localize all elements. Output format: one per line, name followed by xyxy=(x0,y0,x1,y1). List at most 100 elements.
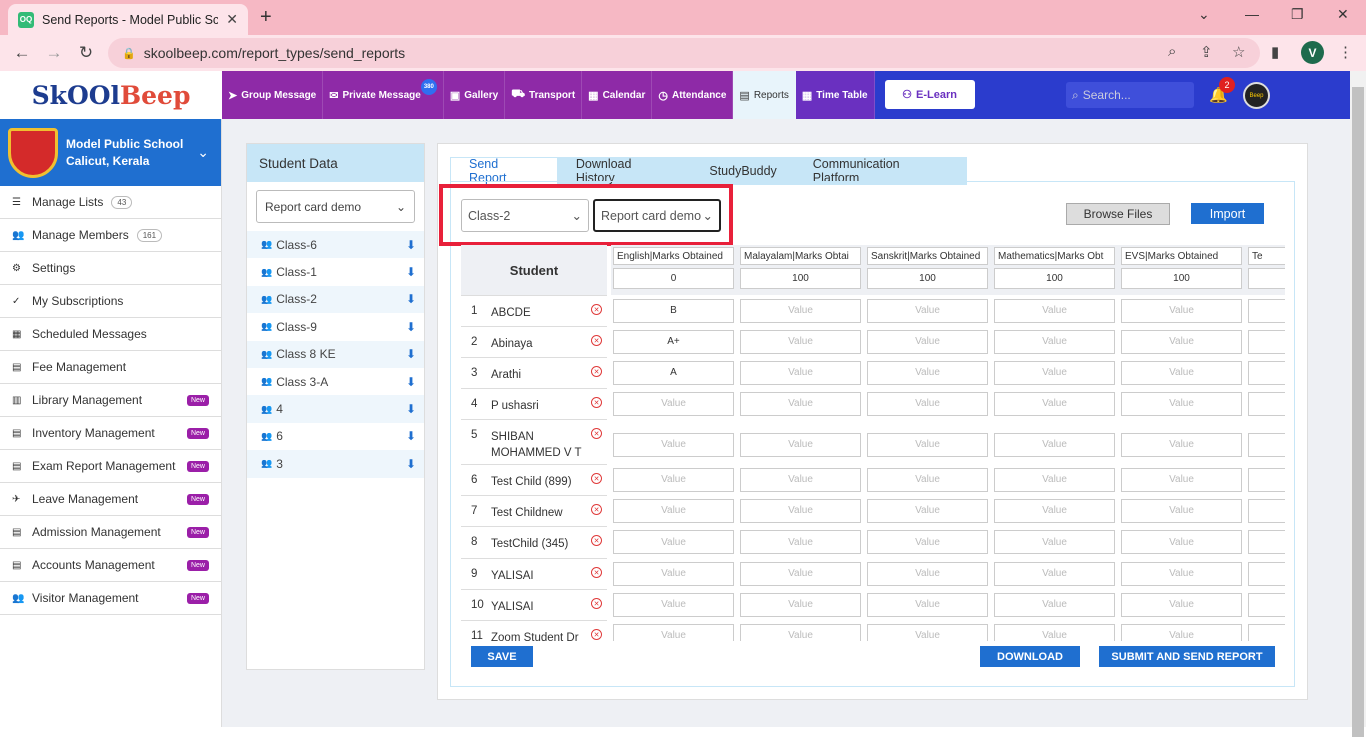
download-icon[interactable]: ⬇ xyxy=(406,320,416,334)
download-icon[interactable]: ⬇ xyxy=(406,347,416,361)
class-list-item[interactable]: 👥 4 ⬇ xyxy=(247,395,424,423)
mark-input[interactable]: Value xyxy=(867,467,988,492)
sidebar-item-scheduled-messages[interactable]: ▦ Scheduled Messages xyxy=(0,318,221,351)
nav-gallery[interactable]: ▣ Gallery xyxy=(443,71,506,119)
mark-input[interactable]: Value xyxy=(740,467,861,492)
sidebar-item-inventory-management[interactable]: ▤ Inventory Management New xyxy=(0,417,221,450)
mark-input[interactable]: Value xyxy=(994,432,1115,457)
mark-input[interactable]: Value xyxy=(994,561,1115,586)
mark-input[interactable]: B xyxy=(613,298,734,323)
sidebar-item-admission-management[interactable]: ▤ Admission Management New xyxy=(0,516,221,549)
mark-input[interactable]: Value xyxy=(740,360,861,385)
mark-input[interactable]: Value xyxy=(1121,298,1242,323)
nav-calendar[interactable]: ▦ Calendar xyxy=(582,71,653,119)
remove-icon[interactable]: ✕ xyxy=(591,567,602,578)
mark-input[interactable]: Value xyxy=(867,391,988,416)
nav-reports[interactable]: ▤ Reports xyxy=(733,71,796,119)
sidebar-item-my-subscriptions[interactable]: ✓ My Subscriptions xyxy=(0,285,221,318)
mark-input[interactable]: Value xyxy=(613,623,734,641)
remove-icon[interactable]: ✕ xyxy=(591,304,602,315)
mark-input[interactable]: Value xyxy=(740,391,861,416)
forward-icon[interactable]: → xyxy=(38,43,70,63)
remove-icon[interactable]: ✕ xyxy=(591,428,602,439)
mark-input[interactable]: Value xyxy=(867,498,988,523)
mark-input[interactable]: Value xyxy=(994,298,1115,323)
remove-icon[interactable]: ✕ xyxy=(591,535,602,546)
mark-input[interactable]: Value xyxy=(994,530,1115,554)
mark-input[interactable]: Value xyxy=(1121,391,1242,416)
user-avatar[interactable]: Beep xyxy=(1243,82,1270,109)
mark-input[interactable]: Value xyxy=(1248,329,1285,354)
mark-input[interactable]: Value xyxy=(1248,561,1285,586)
sidebar-item-leave-management[interactable]: ✈ Leave Management New xyxy=(0,483,221,516)
remove-icon[interactable]: ✕ xyxy=(591,366,602,377)
submit-send-report-button[interactable]: SUBMIT AND SEND REPORT xyxy=(1099,646,1275,667)
nav-private-message[interactable]: ✉ Private Message 380 xyxy=(323,71,444,119)
download-icon[interactable]: ⬇ xyxy=(406,429,416,443)
close-window-icon[interactable]: ✕ xyxy=(1337,6,1349,23)
sidebar-item-manage-members[interactable]: 👥 Manage Members 161 xyxy=(0,219,221,252)
mark-input[interactable]: A xyxy=(613,360,734,385)
scrollbar-thumb[interactable] xyxy=(1352,87,1364,737)
mark-input[interactable]: Value xyxy=(1248,298,1285,323)
chevron-down-icon[interactable]: ⌄ xyxy=(1198,6,1210,23)
minimize-icon[interactable]: — xyxy=(1245,6,1259,22)
mark-input[interactable]: A+ xyxy=(613,329,734,354)
mark-input[interactable]: Value xyxy=(613,467,734,492)
zoom-icon[interactable]: ⌕ xyxy=(1168,43,1176,60)
browser-tab[interactable]: OQ Send Reports - Model Public Sch ✕ xyxy=(8,4,248,35)
subject-max-field[interactable]: 100 xyxy=(1121,268,1242,289)
mark-input[interactable]: Value xyxy=(867,360,988,385)
mark-input[interactable]: Value xyxy=(740,592,861,617)
mark-input[interactable]: Value xyxy=(1121,623,1242,641)
mark-input[interactable]: Value xyxy=(994,360,1115,385)
subject-name-field[interactable]: Sanskrit|Marks Obtained xyxy=(867,247,988,265)
mark-input[interactable]: Value xyxy=(1121,498,1242,523)
mark-input[interactable]: Value xyxy=(1248,530,1285,554)
mark-input[interactable]: Value xyxy=(1121,592,1242,617)
report-select[interactable]: Report card demo ⌄ xyxy=(256,190,415,223)
download-icon[interactable]: ⬇ xyxy=(406,457,416,471)
subject-name-field[interactable]: Mathematics|Marks Obt xyxy=(994,247,1115,265)
subject-name-field[interactable]: Te xyxy=(1248,247,1285,265)
mark-input[interactable]: Value xyxy=(740,498,861,523)
class-list-item[interactable]: 👥 3 ⬇ xyxy=(247,450,424,478)
mark-input[interactable]: Value xyxy=(613,498,734,523)
import-button[interactable]: Import xyxy=(1191,203,1264,224)
sidebar-item-visitor-management[interactable]: 👥 Visitor Management New xyxy=(0,582,221,615)
save-button[interactable]: SAVE xyxy=(471,646,533,667)
new-tab-icon[interactable]: + xyxy=(260,6,272,29)
mark-input[interactable]: Value xyxy=(994,498,1115,523)
mark-input[interactable]: Value xyxy=(1121,561,1242,586)
mark-input[interactable]: Value xyxy=(994,329,1115,354)
mark-input[interactable]: Value xyxy=(867,561,988,586)
reload-icon[interactable]: ↻ xyxy=(70,43,102,63)
remove-icon[interactable]: ✕ xyxy=(591,504,602,515)
subject-name-field[interactable]: Malayalam|Marks Obtai xyxy=(740,247,861,265)
mark-input[interactable]: Value xyxy=(613,561,734,586)
mark-input[interactable]: Value xyxy=(994,467,1115,492)
mark-input[interactable]: Value xyxy=(613,391,734,416)
download-icon[interactable]: ⬇ xyxy=(406,375,416,389)
remove-icon[interactable]: ✕ xyxy=(591,335,602,346)
sidebar-item-exam-report-management[interactable]: ▤ Exam Report Management New xyxy=(0,450,221,483)
mark-input[interactable]: Value xyxy=(740,298,861,323)
mark-input[interactable]: Value xyxy=(613,530,734,554)
subject-max-field[interactable]: 100 xyxy=(867,268,988,289)
download-icon[interactable]: ⬇ xyxy=(406,238,416,252)
remove-icon[interactable]: ✕ xyxy=(591,629,602,640)
sidebar-item-accounts-management[interactable]: ▤ Accounts Management New xyxy=(0,549,221,582)
download-icon[interactable]: ⬇ xyxy=(406,265,416,279)
close-tab-icon[interactable]: ✕ xyxy=(226,11,238,28)
brand-logo[interactable]: SkOOl Beep xyxy=(0,71,222,119)
mark-input[interactable]: Value xyxy=(1121,329,1242,354)
class-list-item[interactable]: 👥 Class-6 ⬇ xyxy=(247,231,424,259)
subject-name-field[interactable]: English|Marks Obtained xyxy=(613,247,734,265)
mark-input[interactable]: Value xyxy=(867,623,988,641)
sidebar-toggle-icon[interactable]: ▮ xyxy=(1271,43,1279,61)
class-list-item[interactable]: 👥 Class-1 ⬇ xyxy=(247,258,424,285)
remove-icon[interactable]: ✕ xyxy=(591,397,602,408)
mark-input[interactable]: Value xyxy=(740,623,861,641)
mark-input[interactable]: Value xyxy=(740,432,861,457)
subject-max-field[interactable]: 100 xyxy=(740,268,861,289)
